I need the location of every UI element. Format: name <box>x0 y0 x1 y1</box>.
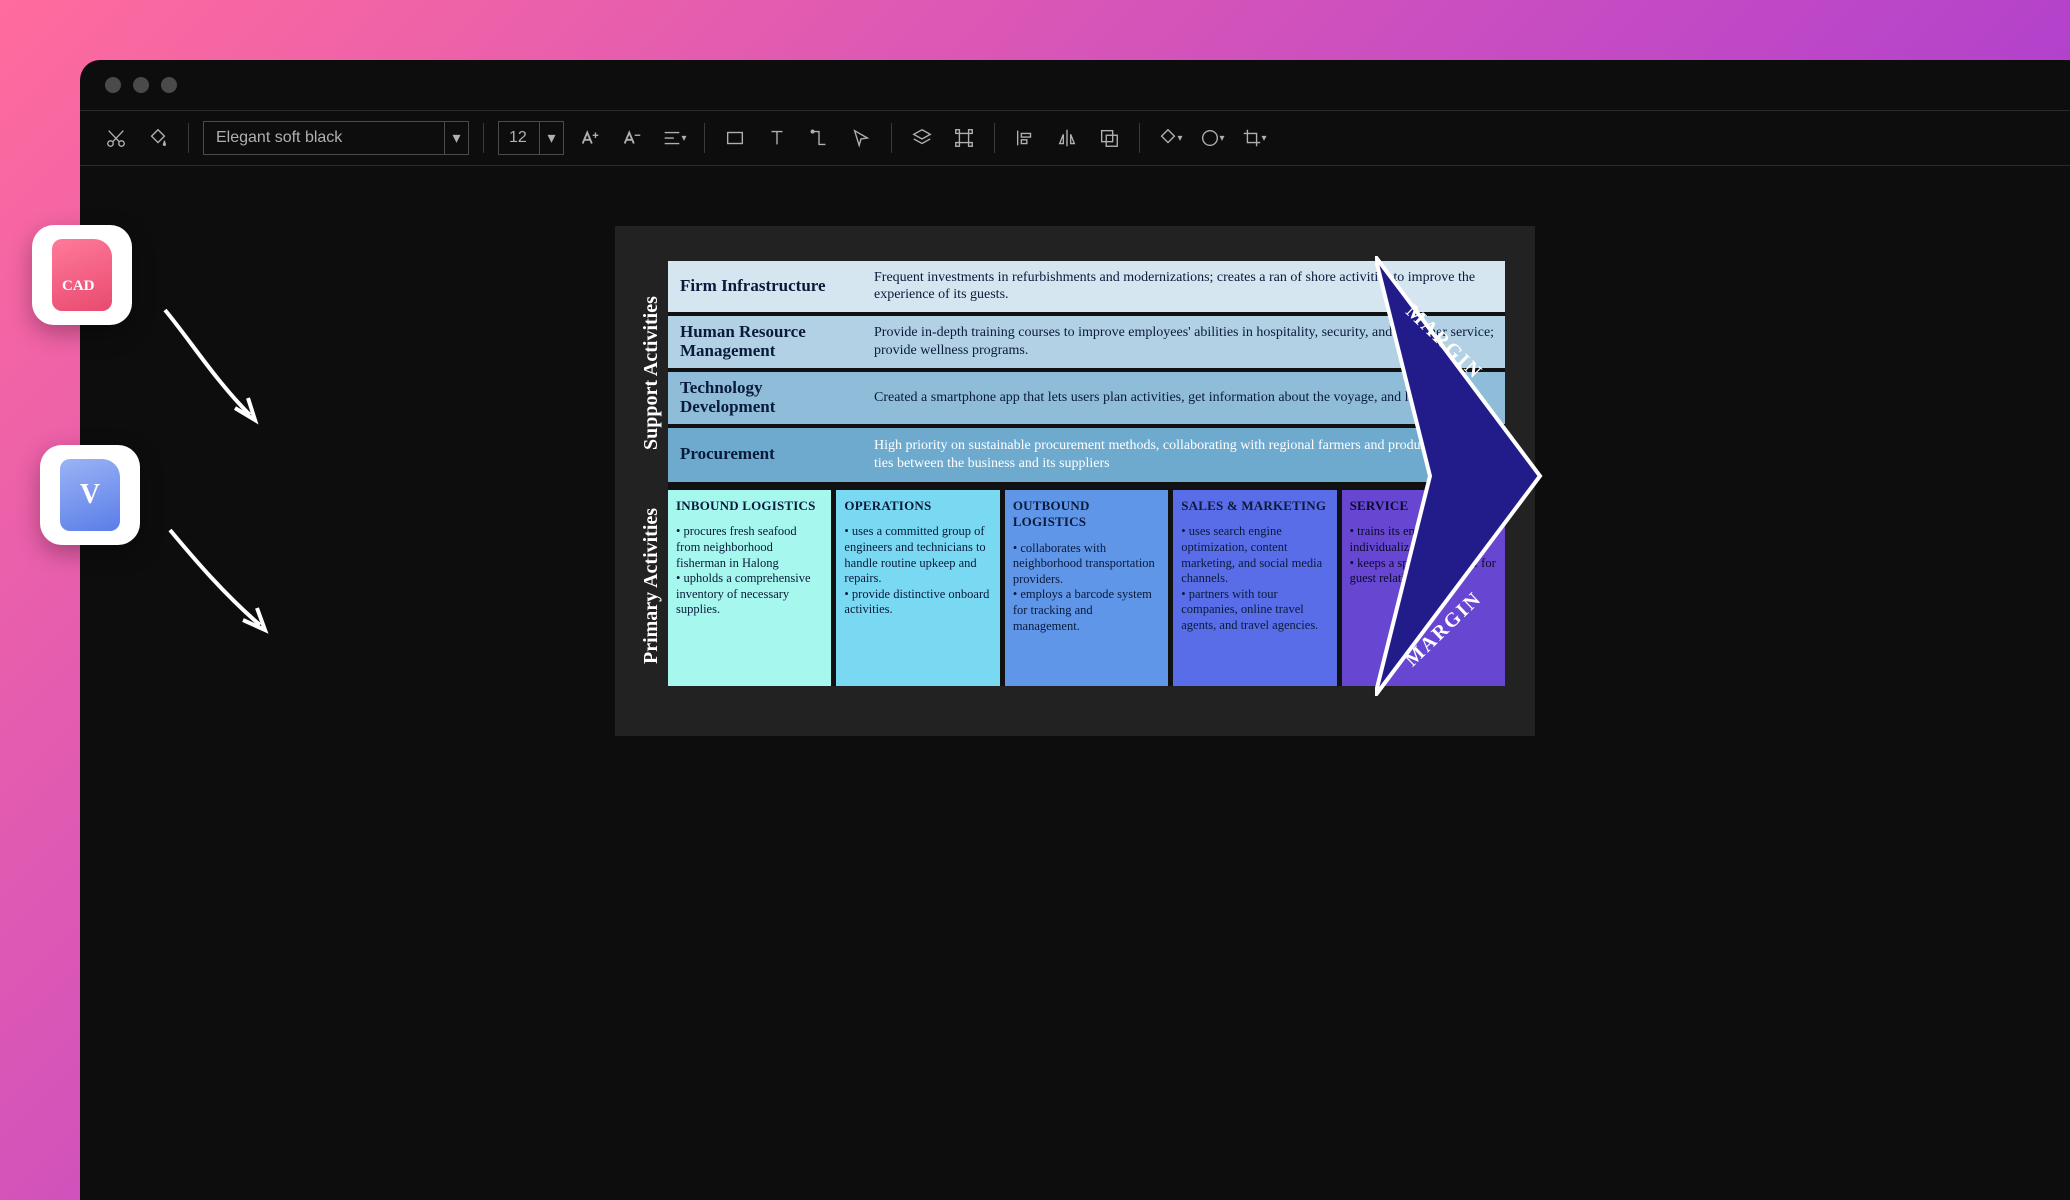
primary-col[interactable]: OUTBOUND LOGISTICS collaborates with nei… <box>1005 486 1173 686</box>
flip-icon[interactable] <box>1051 122 1083 154</box>
support-row-label: Human Resource Management <box>668 316 868 368</box>
primary-activities-label: Primary Activities <box>635 486 668 686</box>
support-activities-section: Firm Infrastructure Frequent investments… <box>668 261 1505 486</box>
list-item: provide distinctive onboard activities. <box>844 587 991 618</box>
fill-color-icon[interactable]: ▾ <box>1154 122 1186 154</box>
primary-col-title: OPERATIONS <box>844 498 991 514</box>
window-min-dot[interactable] <box>133 77 149 93</box>
list-item: partners with tour companies, online tra… <box>1181 587 1328 634</box>
primary-col-list: uses search engine optimization, content… <box>1181 524 1328 633</box>
support-row-label: Procurement <box>668 428 868 482</box>
support-row[interactable]: Technology Development Created a smartph… <box>668 372 1505 428</box>
list-item: uses search engine optimization, content… <box>1181 524 1328 587</box>
arrange-icon[interactable] <box>1093 122 1125 154</box>
list-item: procures fresh seafood from neighborhood… <box>676 524 823 571</box>
primary-col[interactable]: INBOUND LOGISTICS procures fresh seafood… <box>668 486 836 686</box>
paint-icon[interactable] <box>142 122 174 154</box>
primary-col-title: SERVICE <box>1350 498 1497 514</box>
app-window: Elegant soft black ▾ 12 ▾ ▾ ▾ ▾ ▾ <box>80 60 2070 1200</box>
font-family-select[interactable]: Elegant soft black ▾ <box>203 121 469 155</box>
support-row[interactable]: Procurement High priority on sustainable… <box>668 428 1505 486</box>
increase-font-icon[interactable] <box>574 122 606 154</box>
font-size-select[interactable]: 12 ▾ <box>498 121 564 155</box>
text-icon[interactable] <box>761 122 793 154</box>
list-item: trains its employees to offer individual… <box>1350 524 1497 555</box>
hand-arrow-icon <box>150 300 280 440</box>
support-row[interactable]: Human Resource Management Provide in-dep… <box>668 316 1505 372</box>
support-row-body: High priority on sustainable procurement… <box>868 428 1505 482</box>
primary-col-list: trains its employees to offer individual… <box>1350 524 1497 587</box>
connector-icon[interactable] <box>803 122 835 154</box>
primary-col-list: procures fresh seafood from neighborhood… <box>676 524 823 618</box>
list-item: employs a barcode system for tracking an… <box>1013 587 1160 634</box>
support-row[interactable]: Firm Infrastructure Frequent investments… <box>668 261 1505 316</box>
font-family-value: Elegant soft black <box>204 129 444 147</box>
chevron-down-icon[interactable]: ▾ <box>539 122 563 154</box>
font-size-value: 12 <box>499 129 539 147</box>
hand-arrow-icon <box>155 520 285 650</box>
visio-file-label: V <box>80 479 100 511</box>
list-item: collaborates with neighborhood transport… <box>1013 541 1160 588</box>
primary-col-list: collaborates with neighborhood transport… <box>1013 541 1160 635</box>
toolbar-separator <box>188 123 189 153</box>
value-chain-diagram[interactable]: Support Activities Primary Activities Fi… <box>615 226 1535 736</box>
cut-icon[interactable] <box>100 122 132 154</box>
decrease-font-icon[interactable] <box>616 122 648 154</box>
line-style-icon[interactable]: ▾ <box>1196 122 1228 154</box>
support-row-label: Technology Development <box>668 372 868 424</box>
primary-col-title: OUTBOUND LOGISTICS <box>1013 498 1160 531</box>
canvas-area[interactable]: Support Activities Primary Activities Fi… <box>80 166 2070 1200</box>
support-row-body: Created a smartphone app that lets users… <box>868 372 1505 424</box>
toolbar-separator <box>483 123 484 153</box>
layers-icon[interactable] <box>906 122 938 154</box>
chevron-down-icon[interactable]: ▾ <box>444 122 468 154</box>
cursor-icon[interactable] <box>845 122 877 154</box>
cad-file-label: CAD <box>62 278 95 295</box>
align-left-icon[interactable] <box>1009 122 1041 154</box>
primary-activities-section: INBOUND LOGISTICS procures fresh seafood… <box>668 486 1505 701</box>
crop-icon[interactable]: ▾ <box>1238 122 1270 154</box>
support-row-label: Firm Infrastructure <box>668 261 868 312</box>
support-activities-label: Support Activities <box>635 261 668 486</box>
primary-col-list: uses a committed group of engineers and … <box>844 524 991 618</box>
window-titlebar <box>80 60 2070 110</box>
toolbar-separator <box>1139 123 1140 153</box>
toolbar-separator <box>891 123 892 153</box>
toolbar-separator <box>994 123 995 153</box>
group-icon[interactable] <box>948 122 980 154</box>
visio-file-icon[interactable]: V <box>40 445 140 545</box>
primary-col[interactable]: SALES & MARKETING uses search engine opt… <box>1173 486 1341 686</box>
primary-col-title: SALES & MARKETING <box>1181 498 1328 514</box>
list-item: uses a committed group of engineers and … <box>844 524 991 587</box>
rectangle-icon[interactable] <box>719 122 751 154</box>
support-row-body: Frequent investments in refurbishments a… <box>868 261 1505 312</box>
primary-col[interactable]: OPERATIONS uses a committed group of eng… <box>836 486 1004 686</box>
cad-file-icon[interactable]: CAD <box>32 225 132 325</box>
primary-col-title: INBOUND LOGISTICS <box>676 498 823 514</box>
toolbar-separator <box>704 123 705 153</box>
window-close-dot[interactable] <box>105 77 121 93</box>
align-icon[interactable]: ▾ <box>658 122 690 154</box>
list-item: upholds a comprehensive inventory of nec… <box>676 571 823 618</box>
list-item: keeps a specialized staff for guest rela… <box>1350 556 1497 587</box>
window-max-dot[interactable] <box>161 77 177 93</box>
toolbar: Elegant soft black ▾ 12 ▾ ▾ ▾ ▾ ▾ <box>80 110 2070 166</box>
